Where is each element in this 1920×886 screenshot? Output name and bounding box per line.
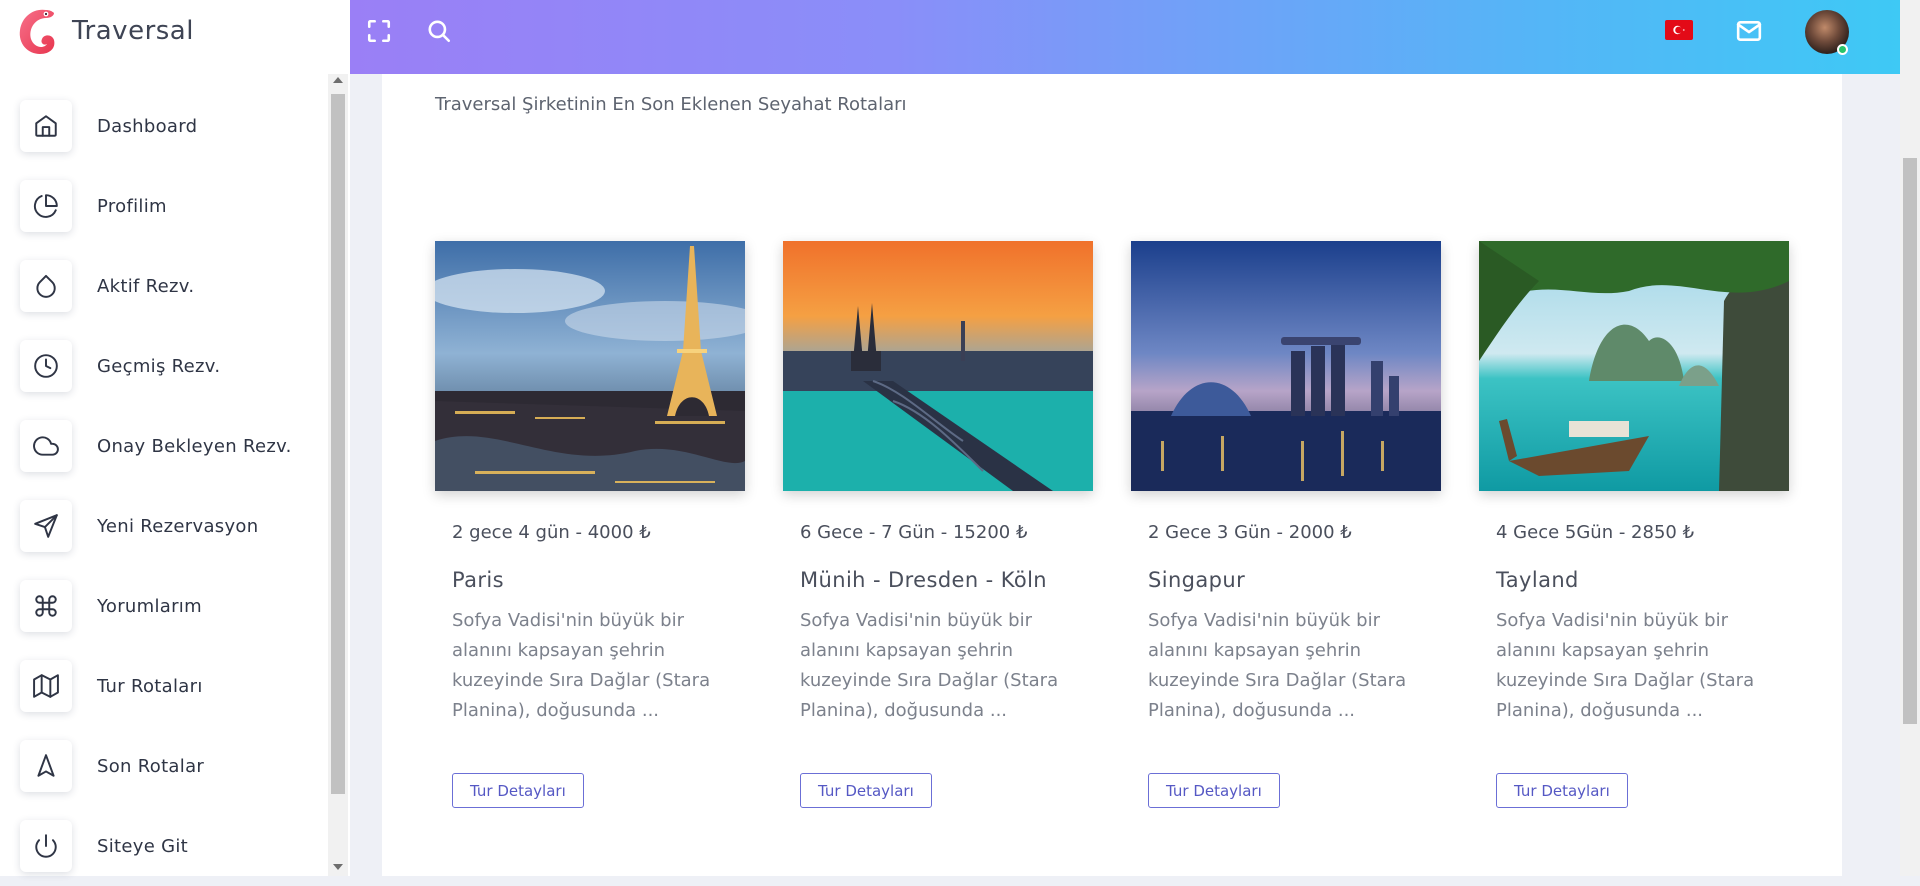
tour-details-button[interactable]: Tur Detayları <box>452 773 584 808</box>
scroll-up-arrow-icon[interactable] <box>333 77 343 83</box>
home-icon <box>20 100 72 152</box>
sidebar-item-gecmis-rezv[interactable]: Geçmiş Rezv. <box>20 326 330 406</box>
tour-description: Sofya Vadisi'nin büyük bir alanını kapsa… <box>800 610 1059 721</box>
sidebar-item-yeni-rezervasyon[interactable]: Yeni Rezervasyon <box>20 486 330 566</box>
power-icon <box>20 820 72 872</box>
tour-meta: 4 Gece 5Gün - 2850 ₺ <box>1496 522 1695 543</box>
tour-title: Münih - Dresden - Köln <box>800 568 1048 592</box>
tour-details-button[interactable]: Tur Detayları <box>1496 773 1628 808</box>
sidebar-item-label: Geçmiş Rezv. <box>97 355 221 377</box>
sidebar-item-label: Dashboard <box>97 115 198 137</box>
turkey-flag-icon[interactable] <box>1665 20 1693 40</box>
send-icon <box>20 500 72 552</box>
sidebar-item-label: Onay Bekleyen Rezv. <box>97 435 292 457</box>
tour-title: Tayland <box>1496 568 1579 592</box>
tour-description: Sofya Vadisi'nin büyük bir alanını kapsa… <box>1148 610 1407 721</box>
sidebar-scrollbar-thumb[interactable] <box>331 94 345 794</box>
sidebar-item-yorumlarim[interactable]: Yorumlarım <box>20 566 330 646</box>
tour-image-koln[interactable] <box>783 241 1093 491</box>
sidebar-item-onay-bekleyen-rezv[interactable]: Onay Bekleyen Rezv. <box>20 406 330 486</box>
sidebar: Traversal Dashboard Profilim Aktif Rezv.… <box>0 0 350 876</box>
sidebar-item-aktif-rezv[interactable]: Aktif Rezv. <box>20 246 330 326</box>
clock-icon <box>20 340 72 392</box>
tour-card-munih-dresden-koln: 6 Gece - 7 Gün - 15200 ₺ Münih - Dresden… <box>783 241 1093 808</box>
logo-text: Traversal <box>72 16 194 46</box>
tour-image-tayland[interactable] <box>1479 241 1789 491</box>
online-status-dot <box>1837 44 1848 55</box>
chameleon-logo-icon <box>19 9 55 54</box>
search-icon[interactable] <box>424 16 454 46</box>
mail-icon[interactable] <box>1734 16 1764 46</box>
tour-title: Paris <box>452 568 504 592</box>
sidebar-item-dashboard[interactable]: Dashboard <box>20 86 330 166</box>
scroll-down-arrow-icon[interactable] <box>333 864 343 870</box>
sidebar-item-tur-rotalari[interactable]: Tur Rotaları <box>20 646 330 726</box>
pie-chart-icon <box>20 180 72 232</box>
tour-meta: 2 Gece 3 Gün - 2000 ₺ <box>1148 522 1352 543</box>
droplet-icon <box>20 260 72 312</box>
sidebar-item-label: Aktif Rezv. <box>97 275 195 297</box>
tour-description: Sofya Vadisi'nin büyük bir alanını kapsa… <box>1496 610 1755 721</box>
tour-meta: 6 Gece - 7 Gün - 15200 ₺ <box>800 522 1028 543</box>
sidebar-item-profilim[interactable]: Profilim <box>20 166 330 246</box>
tour-details-button[interactable]: Tur Detayları <box>800 773 932 808</box>
tour-image-singapur[interactable] <box>1131 241 1441 491</box>
topbar <box>350 0 1900 74</box>
logo[interactable]: Traversal <box>16 6 194 56</box>
fullscreen-icon[interactable] <box>364 16 394 46</box>
sidebar-item-label: Tur Rotaları <box>97 675 203 697</box>
tour-card-paris: 2 gece 4 gün - 4000 ₺ Paris Sofya Vadisi… <box>435 241 745 808</box>
tour-card-tayland: 4 Gece 5Gün - 2850 ₺ Tayland Sofya Vadis… <box>1479 241 1789 808</box>
sidebar-item-label: Son Rotalar <box>97 755 205 777</box>
navigation-icon <box>20 740 72 792</box>
command-icon <box>20 580 72 632</box>
map-icon <box>20 660 72 712</box>
cloud-icon <box>20 420 72 472</box>
tour-image-paris[interactable] <box>435 241 745 491</box>
sidebar-item-label: Yeni Rezervasyon <box>97 515 259 537</box>
page-scrollbar-thumb[interactable] <box>1903 158 1917 724</box>
tour-title: Singapur <box>1148 568 1246 592</box>
tour-description: Sofya Vadisi'nin büyük bir alanını kapsa… <box>452 610 711 721</box>
sidebar-item-label: Profilim <box>97 195 167 217</box>
sidebar-item-siteye-git[interactable]: Siteye Git <box>20 806 330 886</box>
tour-details-button[interactable]: Tur Detayları <box>1148 773 1280 808</box>
tour-card-singapur: 2 Gece 3 Gün - 2000 ₺ Singapur Sofya Vad… <box>1131 241 1441 808</box>
sidebar-item-son-rotalar[interactable]: Son Rotalar <box>20 726 330 806</box>
sidebar-item-label: Yorumlarım <box>97 595 202 617</box>
sidebar-item-label: Siteye Git <box>97 835 189 857</box>
tour-meta: 2 gece 4 gün - 4000 ₺ <box>452 522 651 543</box>
page-subtitle: Traversal Şirketinin En Son Eklenen Seya… <box>435 94 907 115</box>
sidebar-nav: Dashboard Profilim Aktif Rezv. Geçmiş Re… <box>20 86 330 886</box>
